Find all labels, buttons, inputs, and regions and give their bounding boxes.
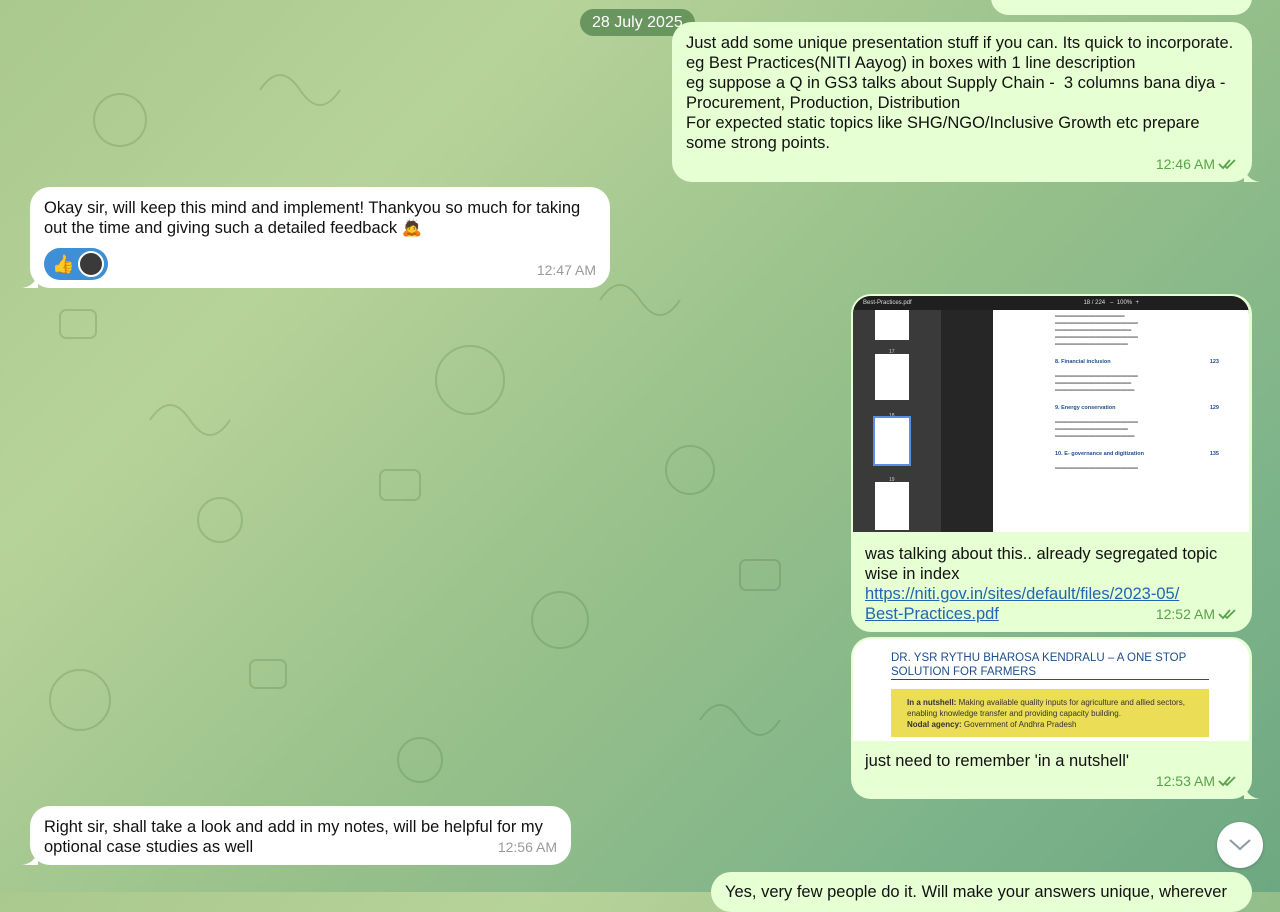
pdf-thumbnail-selected (873, 416, 911, 466)
pdf-toolbar: Best-Practices.pdf 18 / 224 – 100% + (853, 296, 1249, 310)
message-time: 12:52 AM (1156, 604, 1238, 624)
message-text: was talking about this.. already segrega… (865, 545, 1222, 583)
pdf-text-line: ━━━━━━━━━━━━━━━━━━━━━━━━━ (1055, 466, 1138, 472)
pdf-section-heading: 10. E- governance and digitization 135 (1055, 451, 1219, 457)
pdf-thumbnail (875, 482, 909, 530)
pdf-text-line: ━━━━━━━━━━━━━━━━━━━━━━━━ (1055, 434, 1135, 440)
doc-divider (891, 679, 1209, 680)
link-text-line[interactable]: Best-Practices.pdf (865, 605, 999, 623)
chevron-down-icon (1229, 839, 1251, 851)
message-bubble-incoming[interactable]: Right sir, shall take a look and add in … (22, 806, 571, 865)
document-screenshot-image[interactable]: DR. YSR RYTHU BHAROSA KENDRALU – A ONE S… (853, 639, 1249, 741)
pdf-page-indicator: 18 / 224 (1083, 300, 1106, 306)
doc-nutshell-box: In a nutshell: Making available quality … (891, 689, 1209, 737)
pdf-section-heading: 8. Financial inclusion 123 (1055, 359, 1219, 365)
thumbs-up-icon: 👍 (52, 254, 75, 274)
message-bubble-outgoing[interactable]: Just add some unique presentation stuff … (672, 22, 1260, 182)
message-text: Right sir, shall take a look and add in … (44, 818, 548, 856)
message-text: Okay sir, will keep this mind and implem… (44, 199, 585, 237)
pdf-text-line: ━━━━━━━━━━━━━━━━━━━━━━━━━ (1055, 374, 1138, 380)
double-check-icon (1218, 609, 1236, 620)
message-bubble-incoming[interactable]: Okay sir, will keep this mind and implem… (22, 187, 610, 288)
message-time: 12:56 AM (497, 839, 557, 855)
pdf-text-line: ━━━━━━━━━━━━━━━━━━━━━━ (1055, 427, 1128, 433)
reaction-badge[interactable]: 👍 (44, 248, 109, 280)
message-time: 12:47 AM (536, 262, 596, 278)
double-check-icon (1218, 159, 1236, 170)
message-time: 12:53 AM (1156, 771, 1238, 791)
pdf-text-line: ━━━━━━━━━━━━━━━━━━━━━━━━━ (1055, 321, 1138, 327)
bubble-tail (1244, 166, 1260, 182)
message-text: just need to remember 'in a nutshell' (865, 752, 1130, 770)
avatar (78, 251, 105, 277)
message-bubble-outgoing[interactable] (991, 0, 1252, 15)
pdf-section-heading: 9. Energy conservation 129 (1055, 405, 1219, 411)
message-bubble-outgoing[interactable]: DR. YSR RYTHU BHAROSA KENDRALU – A ONE S… (851, 637, 1260, 799)
pdf-text-line: ━━━━━━━━━━━━━━━━━━━━━ (1055, 314, 1125, 320)
pdf-thumbnail (875, 310, 909, 340)
pdf-filename: Best-Practices.pdf (863, 300, 912, 306)
doc-title: DR. YSR RYTHU BHAROSA KENDRALU – A ONE S… (891, 652, 1187, 678)
double-check-icon (1218, 776, 1236, 787)
bubble-tail (22, 849, 38, 865)
pdf-zoom: 100% (1116, 300, 1133, 306)
link-text-line[interactable]: https://niti.gov.in/sites/default/files/… (865, 585, 1179, 603)
pdf-text-line: ━━━━━━━━━━━━━━━━━━━━━━━━━ (1055, 335, 1138, 341)
message-time: 12:46 AM (1156, 154, 1238, 174)
pdf-text-line: ━━━━━━━━━━━━━━━━━━━━━━━ (1055, 328, 1132, 334)
pdf-thumbnail (875, 354, 909, 400)
pdf-text-line: ━━━━━━━━━━━━━━━━━━━━━━━━━ (1055, 420, 1138, 426)
pdf-screenshot-image[interactable]: Best-Practices.pdf 18 / 224 – 100% + 17 … (853, 296, 1249, 532)
scroll-to-bottom-button[interactable] (1217, 822, 1263, 868)
pdf-thumbnail-sidebar: 17 18 19 (853, 310, 941, 532)
bubble-tail (22, 272, 38, 288)
pdf-gutter (941, 310, 993, 532)
message-text: Just add some unique presentation stuff … (686, 34, 1234, 152)
message-bubble-outgoing[interactable]: Yes, very few people do it. Will make yo… (711, 872, 1252, 912)
pdf-text-line: ━━━━━━━━━━━━━━━━━━━━━━━ (1055, 381, 1132, 387)
message-bubble-outgoing[interactable]: Best-Practices.pdf 18 / 224 – 100% + 17 … (851, 294, 1252, 632)
bubble-tail (1244, 783, 1260, 799)
pdf-page: ━━━━━━━━━━━━━━━━━━━━━ ━━━━━━━━━━━━━━━━━━… (993, 310, 1249, 532)
pdf-text-line: ━━━━━━━━━━━━━━━━━━━━━━ (1055, 342, 1128, 348)
pdf-text-line: ━━━━━━━━━━━━━━━━━━━━━━━━ (1055, 388, 1135, 394)
message-text: Yes, very few people do it. Will make yo… (725, 883, 1227, 901)
